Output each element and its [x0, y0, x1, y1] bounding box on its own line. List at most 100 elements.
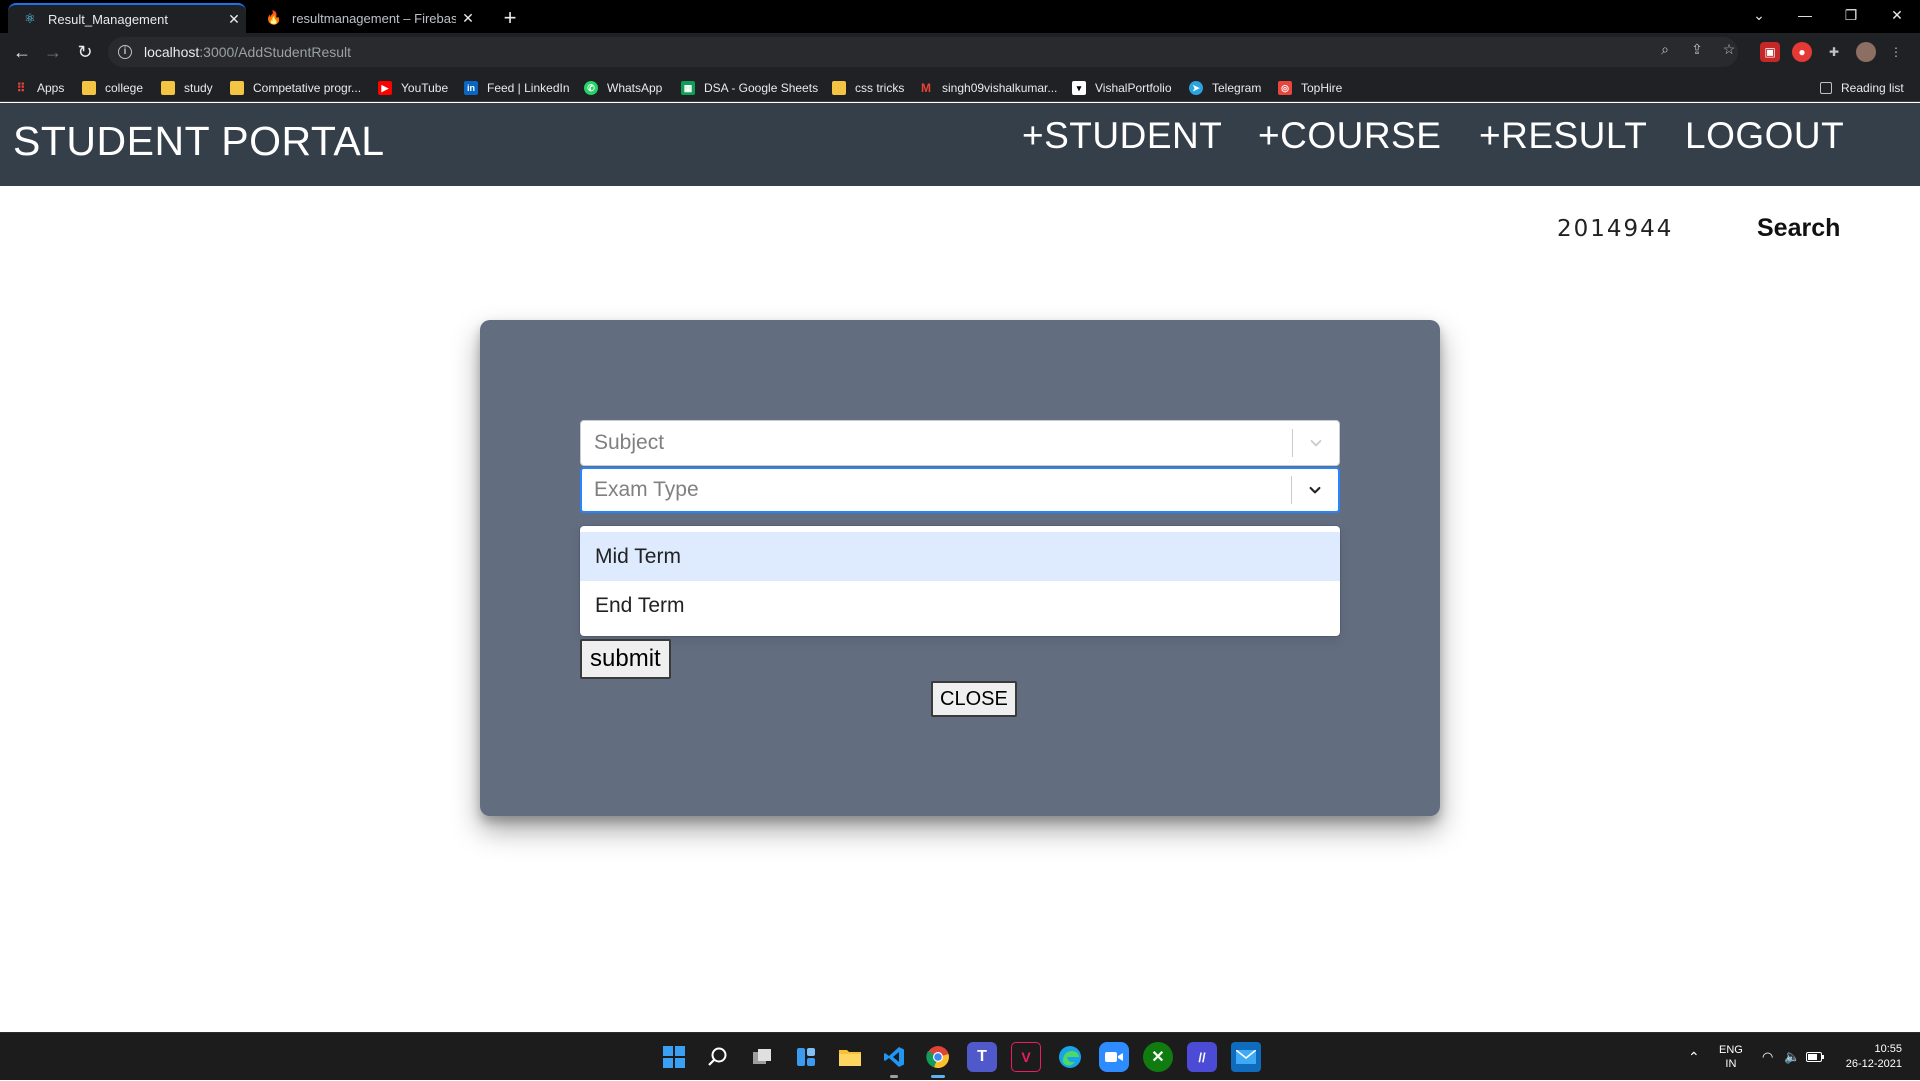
- nav-add-course[interactable]: +COURSE: [1258, 115, 1441, 157]
- extensions-puzzle-icon[interactable]: ✚: [1824, 42, 1844, 62]
- bookmark-label: study: [184, 80, 213, 95]
- react-icon: ⚛: [24, 11, 36, 26]
- minimize-button[interactable]: —: [1782, 0, 1828, 30]
- vscode-icon[interactable]: [879, 1042, 909, 1078]
- clock-date: 26-12-2021: [1845, 1058, 1902, 1070]
- firebase-icon: 🔥: [265, 10, 283, 25]
- bookmark-label: Competative progr...: [253, 80, 362, 95]
- bookmark-dsa-sheets[interactable]: ▦ DSA - Google Sheets: [681, 79, 818, 96]
- search-button[interactable]: Search: [1757, 214, 1840, 243]
- profile-avatar[interactable]: [1856, 42, 1876, 62]
- share-icon[interactable]: ⇪: [1688, 40, 1706, 58]
- bookmark-college[interactable]: college: [82, 79, 143, 96]
- bookmark-label: Telegram: [1212, 80, 1262, 95]
- telegram-icon: ➤: [1189, 80, 1203, 95]
- edge-icon[interactable]: [1055, 1042, 1085, 1072]
- language-indicator[interactable]: ENG IN: [1719, 1033, 1743, 1081]
- close-button[interactable]: CLOSE: [931, 681, 1017, 717]
- close-tab-icon[interactable]: ✕: [222, 11, 246, 28]
- gmail-icon: M: [921, 80, 931, 95]
- bookmark-label: DSA - Google Sheets: [704, 80, 819, 95]
- browser-toolbar: ← → ↻ i localhost:3000/AddStudentResult …: [0, 33, 1920, 72]
- linkedin-icon: in: [464, 80, 478, 95]
- volume-icon[interactable]: 🔈: [1784, 1033, 1800, 1081]
- bookmark-whatsapp[interactable]: ✆ WhatsApp: [584, 79, 662, 96]
- bookmark-label: Feed | LinkedIn: [487, 80, 570, 95]
- mail-icon[interactable]: [1231, 1042, 1261, 1072]
- zoom-icon[interactable]: ⌕: [1656, 40, 1674, 58]
- folder-icon: [230, 80, 244, 95]
- bookmark-linkedin[interactable]: in Feed | LinkedIn: [464, 79, 570, 96]
- windows-start-icon[interactable]: [659, 1042, 689, 1072]
- bookmark-telegram[interactable]: ➤ Telegram: [1189, 79, 1261, 96]
- chrome-icon[interactable]: [923, 1042, 953, 1078]
- bookmark-tophire[interactable]: ◎ TopHire: [1278, 79, 1342, 96]
- bookmark-gmail[interactable]: Msingh09vishalkumar...: [919, 79, 1057, 96]
- youtube-icon: ▶: [378, 80, 392, 95]
- apps-grid-icon: ⠿: [16, 80, 26, 95]
- battery-icon[interactable]: [1806, 1033, 1824, 1081]
- linear-app-icon[interactable]: //: [1187, 1042, 1217, 1072]
- bookmark-competative[interactable]: Competative progr...: [230, 79, 361, 96]
- show-hidden-icons-icon[interactable]: ⌃: [1688, 1033, 1700, 1081]
- subject-select[interactable]: Subject: [580, 420, 1340, 466]
- reading-list[interactable]: Reading list: [1820, 79, 1904, 96]
- option-end-term[interactable]: End Term: [580, 581, 1340, 630]
- nav-add-result[interactable]: +RESULT: [1479, 115, 1647, 157]
- zoom-app-icon[interactable]: [1099, 1042, 1129, 1072]
- search-icon[interactable]: [703, 1042, 733, 1072]
- file-explorer-icon[interactable]: [835, 1042, 865, 1072]
- subject-placeholder: Subject: [594, 431, 665, 454]
- back-icon[interactable]: ←: [8, 38, 36, 66]
- exam-type-placeholder: Exam Type: [594, 478, 699, 501]
- tab-firebase[interactable]: 🔥 resultmanagement – Firebase co ✕: [252, 3, 480, 33]
- vectr-icon[interactable]: V: [1011, 1042, 1041, 1072]
- teams-icon[interactable]: T: [967, 1042, 997, 1072]
- add-result-modal: Subject Exam Type Mid Term End Term subm…: [480, 320, 1440, 816]
- chevron-down-icon[interactable]: [1293, 421, 1339, 465]
- option-mid-term[interactable]: Mid Term: [580, 532, 1340, 581]
- bookmark-label: YouTube: [401, 80, 449, 95]
- clock[interactable]: 10:55 26-12-2021: [1840, 1033, 1902, 1081]
- roll-number-input[interactable]: 2014944: [1557, 216, 1673, 242]
- exam-type-select[interactable]: Exam Type: [580, 467, 1340, 513]
- forward-icon[interactable]: →: [39, 38, 67, 66]
- restore-button[interactable]: ❐: [1828, 0, 1874, 30]
- new-tab-button[interactable]: +: [496, 4, 524, 32]
- close-window-button[interactable]: ✕: [1874, 0, 1920, 30]
- bookmark-label: WhatsApp: [607, 80, 663, 95]
- bookmark-study[interactable]: study: [161, 79, 213, 96]
- nav-add-student[interactable]: +STUDENT: [1022, 115, 1222, 157]
- tab-result-management[interactable]: ⚛ Result_Management ✕: [8, 3, 246, 33]
- tab-search-icon[interactable]: ⌄: [1736, 0, 1782, 30]
- bookmark-star-icon[interactable]: ☆: [1720, 40, 1738, 58]
- bookmark-apps[interactable]: ⠿ Apps: [14, 79, 65, 96]
- site-info-icon[interactable]: i: [118, 45, 132, 59]
- bookmark-youtube[interactable]: ▶ YouTube: [378, 79, 448, 96]
- brand-title[interactable]: STUDENT PORTAL: [13, 118, 385, 165]
- bookmark-portfolio[interactable]: ▾ VishalPortfolio: [1072, 79, 1172, 96]
- app-navbar: STUDENT PORTAL +STUDENT +COURSE +RESULT …: [0, 103, 1920, 186]
- folder-icon: [832, 80, 846, 95]
- close-tab-icon[interactable]: ✕: [456, 10, 480, 27]
- bookmark-label: VishalPortfolio: [1095, 80, 1172, 95]
- submit-button[interactable]: submit: [580, 639, 671, 679]
- task-view-icon[interactable]: [747, 1042, 777, 1072]
- reading-list-icon: [1820, 81, 1832, 94]
- reload-icon[interactable]: ↻: [71, 38, 99, 66]
- bookmark-css-tricks[interactable]: css tricks: [832, 79, 904, 96]
- wifi-icon[interactable]: ◠: [1762, 1033, 1773, 1081]
- menu-kebab-icon[interactable]: ⋮: [1886, 42, 1906, 62]
- extension-icon[interactable]: ▣: [1760, 42, 1780, 62]
- tab-title: resultmanagement – Firebase co: [292, 10, 456, 26]
- browser-tab-strip: ⚛ Result_Management ✕ 🔥 resultmanagement…: [0, 0, 1920, 33]
- clock-time: 10:55: [1874, 1043, 1902, 1055]
- address-bar[interactable]: i localhost:3000/AddStudentResult: [108, 37, 1738, 67]
- url-text[interactable]: localhost:3000/AddStudentResult: [144, 44, 351, 60]
- xbox-icon[interactable]: ✕: [1143, 1042, 1173, 1072]
- chevron-down-icon[interactable]: [1292, 469, 1338, 511]
- bookmark-label: Apps: [37, 80, 65, 95]
- widgets-icon[interactable]: [791, 1042, 821, 1072]
- nav-logout[interactable]: LOGOUT: [1685, 115, 1844, 157]
- extension-icon[interactable]: ●: [1792, 42, 1812, 62]
